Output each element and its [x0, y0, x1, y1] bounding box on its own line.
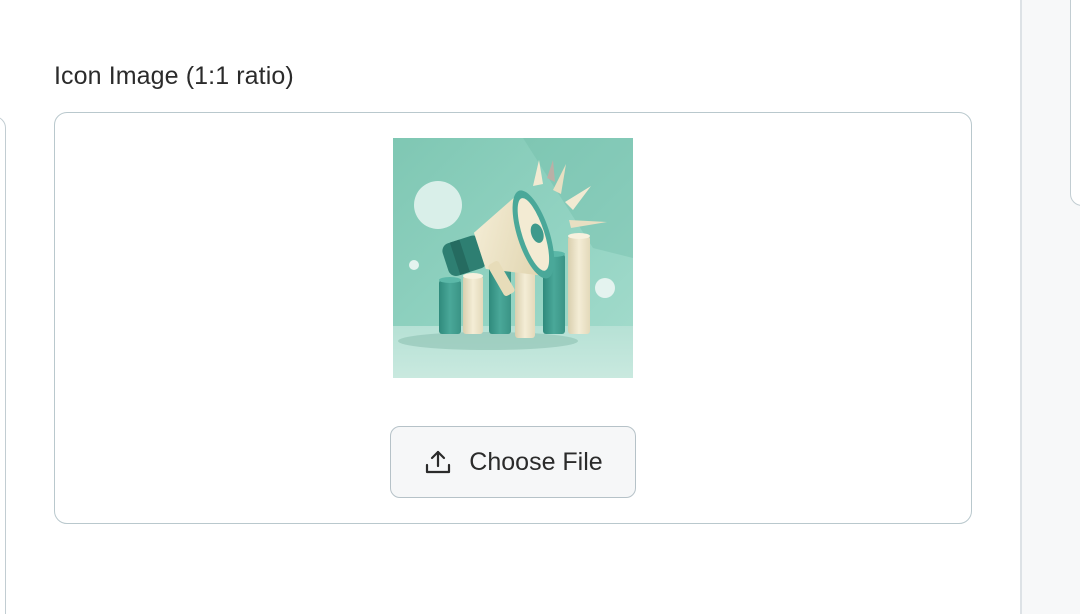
page: Icon Image (1:1 ratio) Choose File: [0, 0, 1080, 614]
adjacent-card-right: [1070, 0, 1080, 206]
choose-file-label: Choose File: [469, 448, 603, 476]
megaphone-chart-illustration: [393, 138, 633, 378]
icon-image-label: Icon Image (1:1 ratio): [54, 62, 294, 90]
adjacent-card-left: [0, 116, 6, 614]
upload-icon: [423, 447, 453, 477]
icon-image-preview: [393, 138, 633, 378]
choose-file-button[interactable]: Choose File: [390, 426, 636, 498]
